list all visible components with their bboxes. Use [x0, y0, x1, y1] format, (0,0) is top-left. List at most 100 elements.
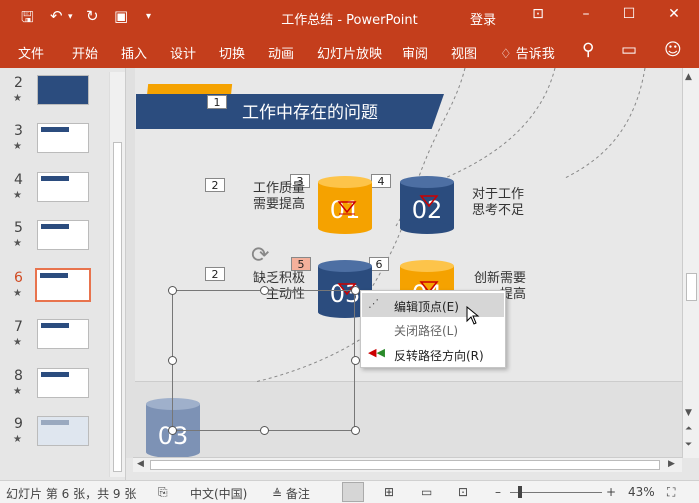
zoom-out-icon[interactable]: – [495, 485, 501, 499]
scrollbar-thumb[interactable] [150, 460, 660, 470]
notes-toggle[interactable]: ≜ 备注 [272, 485, 310, 502]
scrollbar-thumb[interactable] [113, 142, 122, 472]
thumbnail-image [37, 368, 89, 398]
star-icon: ★ [13, 337, 22, 348]
thumbnail-image [37, 123, 89, 153]
thumbnail-slide-2[interactable]: 2 ★ [0, 75, 110, 113]
scrollbar-thumb[interactable] [686, 273, 697, 301]
thumbnail-slide-8[interactable]: 8 ★ [0, 368, 110, 406]
thumbnail-image [37, 220, 89, 250]
zoom-level[interactable]: 43% [628, 485, 655, 499]
resize-handle[interactable] [260, 426, 269, 435]
slide-thumbnails-pane: 2 ★ 3 ★ 4 ★ 5 ★ 6 ★ 7 ★ 8 ★ 9 ★ [0, 68, 126, 480]
zoom-slider[interactable] [510, 492, 602, 493]
item-line: 对于工作 [472, 187, 525, 202]
animation-label: 2 [205, 267, 225, 281]
thumbnail-slide-6[interactable]: 6 ★ [0, 268, 110, 308]
resize-handle[interactable] [351, 356, 360, 365]
comments-icon[interactable]: ▭ [621, 40, 637, 60]
smiley-icon[interactable]: ☺ [664, 40, 682, 60]
thumbnail-image [37, 172, 89, 202]
item-text-01[interactable]: 工作质量 需要提高 [251, 181, 305, 213]
motion-path-marker [337, 201, 357, 215]
tell-me-box[interactable]: ♢ 告诉我 [500, 43, 555, 62]
menu-item-close-path[interactable]: 关闭路径(L) [362, 317, 504, 341]
resize-handle[interactable] [168, 286, 177, 295]
next-slide-icon[interactable]: ⏷ [685, 440, 692, 450]
tab-file[interactable]: 文件 [18, 43, 44, 62]
title-bar: 🖫 ↶ ▾ ↻ ▣ ▾ 工作总结 - PowerPoint 登录 ⊡ – ☐ ✕ [0, 0, 699, 34]
thumbnail-number: 5 [14, 220, 23, 236]
menu-item-label: 关闭路径(L) [394, 324, 459, 338]
reading-view-icon[interactable]: ▭ [421, 485, 432, 499]
resize-handle[interactable] [351, 426, 360, 435]
resize-handle[interactable] [168, 426, 177, 435]
animation-label-selected: 5 [291, 257, 311, 271]
selection-box [172, 290, 355, 431]
ribbon-display-options-icon[interactable]: ⊡ [526, 6, 550, 22]
thumbnail-number: 6 [14, 270, 23, 286]
scroll-right-icon[interactable]: ▶ [668, 459, 675, 469]
thumbnail-slide-7[interactable]: 7 ★ [0, 319, 110, 357]
slide-canvas: 工作中存在的问题 1 2 3 4 2 2 5 6 2 01 02 03 04 [126, 68, 682, 458]
normal-view-button[interactable] [342, 482, 364, 502]
zoom-slider-thumb[interactable] [518, 486, 522, 498]
tab-design[interactable]: 设计 [170, 43, 196, 62]
close-icon[interactable]: ✕ [662, 6, 686, 22]
resize-handle[interactable] [260, 286, 269, 295]
tab-slideshow[interactable]: 幻灯片放映 [317, 43, 382, 62]
star-icon: ★ [13, 434, 22, 445]
thumbnail-slide-3[interactable]: 3 ★ [0, 123, 110, 161]
edit-points-icon: ⋰ [368, 297, 379, 310]
thumbnail-slide-4[interactable]: 4 ★ [0, 172, 110, 210]
tab-animations[interactable]: 动画 [268, 43, 294, 62]
animation-label: 1 [207, 95, 227, 109]
menu-item-label: 反转路径方向(R) [394, 349, 484, 363]
scroll-left-icon[interactable]: ◀ [137, 459, 144, 469]
minimize-icon[interactable]: – [574, 6, 598, 22]
thumbnail-slide-5[interactable]: 5 ★ [0, 220, 110, 258]
tab-home[interactable]: 开始 [72, 43, 98, 62]
share-icon[interactable]: ⚲ [582, 40, 594, 60]
thumbnails-scrollbar[interactable] [109, 72, 125, 477]
slide-heading[interactable]: 工作中存在的问题 [242, 98, 378, 123]
maximize-icon[interactable]: ☐ [617, 6, 641, 22]
thumbnail-image [35, 268, 91, 302]
thumbnail-number: 8 [14, 368, 23, 384]
zoom-in-icon[interactable]: + [606, 485, 616, 499]
tab-view[interactable]: 视图 [451, 43, 477, 62]
resize-handle[interactable] [351, 286, 360, 295]
tab-insert[interactable]: 插入 [121, 43, 147, 62]
thumbnail-number: 7 [14, 319, 23, 335]
thumbnail-slide-9[interactable]: 9 ★ [0, 416, 110, 454]
menu-item-edit-points[interactable]: ⋰ 编辑顶点(E) [362, 293, 504, 317]
item-line: 需要提高 [252, 197, 305, 212]
thumbnail-number: 4 [14, 172, 23, 188]
animation-label: 2 [205, 178, 225, 192]
tab-review[interactable]: 审阅 [402, 43, 428, 62]
fit-to-window-icon[interactable]: ⛶ [667, 485, 675, 500]
animation-label: 6 [369, 257, 389, 271]
tab-transitions[interactable]: 切换 [219, 43, 245, 62]
notes-icon: ≜ [272, 487, 283, 501]
rotate-icon[interactable]: ⟳ [251, 243, 269, 268]
horizontal-scrollbar[interactable]: ◀ ▶ [133, 457, 682, 472]
scroll-up-icon[interactable]: ▲ [685, 72, 692, 82]
language-status[interactable]: 中文(中国) [190, 485, 247, 502]
login-link[interactable]: 登录 [470, 9, 496, 28]
item-line: 创新需要 [473, 271, 526, 286]
item-text-02[interactable]: 对于工作 思考不足 [472, 187, 524, 219]
resize-handle[interactable] [168, 356, 177, 365]
previous-slide-icon[interactable]: ⏶ [685, 424, 692, 434]
vertical-scrollbar[interactable]: ▲ ▼ ⏶ ⏷ [682, 68, 699, 458]
star-icon: ★ [13, 386, 22, 397]
slide-sorter-icon[interactable]: ⊞ [384, 485, 394, 499]
tell-me-label: 告诉我 [515, 47, 555, 62]
thumbnail-number: 9 [14, 416, 23, 432]
slideshow-view-icon[interactable]: ⊡ [458, 485, 468, 499]
mouse-cursor-icon [466, 306, 480, 325]
scroll-down-icon[interactable]: ▼ [685, 408, 692, 418]
item-line: 缺乏积极 [252, 271, 305, 286]
spellcheck-icon[interactable]: ⎘ [158, 485, 168, 500]
menu-item-reverse-path[interactable]: ◀◀ 反转路径方向(R) [362, 342, 504, 366]
